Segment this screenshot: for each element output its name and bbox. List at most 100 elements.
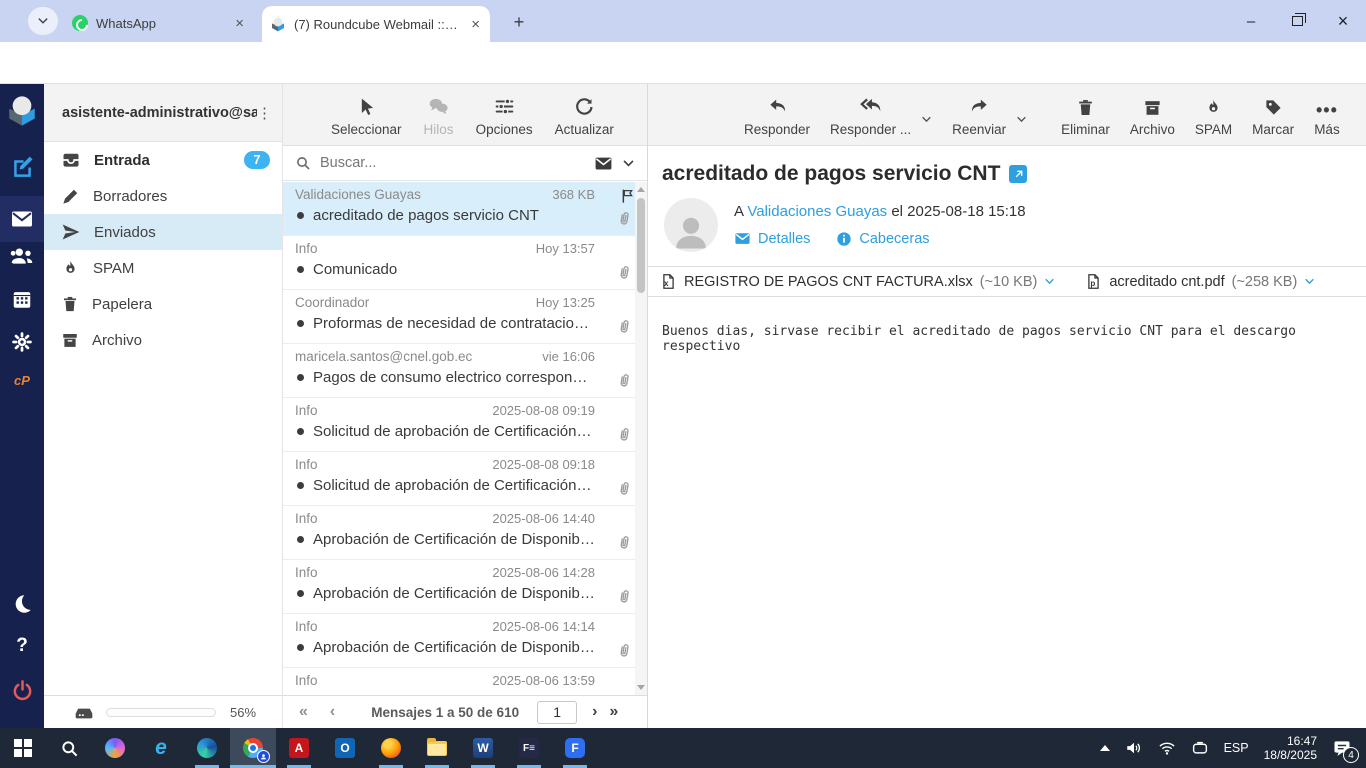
start-button[interactable] (0, 728, 46, 768)
rail-cpanel-button[interactable]: cP (0, 360, 44, 400)
list-item[interactable]: Info Hoy 13:57 Comunicado (283, 236, 647, 290)
window-close-button[interactable]: × (1320, 0, 1366, 42)
list-item[interactable]: maricela.santos@cnel.gob.ec vie 16:06 Pag… (283, 344, 647, 398)
forward-button[interactable]: Reenviar (952, 96, 1006, 137)
taskbar-chrome-button[interactable] (230, 728, 276, 768)
select-button[interactable]: Seleccionar (331, 97, 402, 137)
tray-expand-button[interactable] (1099, 745, 1110, 751)
list-item[interactable]: Info 2025-08-06 14:40 Aprobación de Certi… (283, 506, 647, 560)
page-number-input[interactable] (537, 700, 578, 724)
gear-icon (11, 331, 33, 353)
details-link[interactable]: Detalles (758, 231, 810, 247)
archive-box-icon (1143, 98, 1162, 117)
options-button[interactable]: Opciones (476, 96, 533, 137)
refresh-button[interactable]: Actualizar (555, 97, 614, 137)
question-icon: ? (16, 635, 28, 656)
attachment-dropdown-icon[interactable] (1044, 276, 1055, 287)
tab-roundcube[interactable]: (7) Roundcube Webmail :: Envia × (262, 6, 490, 42)
list-item[interactable]: Info 2025-08-08 09:19 Solicitud de aproba… (283, 398, 647, 452)
reply-all-button[interactable]: Responder ... (830, 95, 911, 137)
taskbar-ie-button[interactable]: e (138, 728, 184, 768)
close-icon[interactable]: × (469, 15, 482, 34)
new-tab-button[interactable]: + (506, 9, 532, 35)
prev-page-button[interactable]: ‹ (330, 703, 335, 721)
attachment-dropdown-icon[interactable] (1304, 276, 1315, 287)
first-page-button[interactable]: « (299, 703, 308, 721)
window-restore-button[interactable] (1274, 0, 1320, 42)
tab-whatsapp[interactable]: WhatsApp × (64, 9, 254, 37)
list-item[interactable]: Info 2025-08-08 09:18 Solicitud de aproba… (283, 452, 647, 506)
sidebar-item-enviados[interactable]: Enviados (44, 214, 282, 250)
tray-meet-button[interactable] (1191, 739, 1209, 757)
folder-panel: asistente-administrativo@sa... ⋮ Entrada… (44, 84, 283, 728)
rail-darkmode-button[interactable] (0, 584, 44, 624)
more-button[interactable]: ••• Más (1314, 101, 1340, 137)
tag-icon (1264, 98, 1283, 117)
list-item[interactable]: Info 2025-08-06 13:59 (283, 668, 647, 695)
close-icon[interactable]: × (233, 14, 246, 33)
rail-calendar-button[interactable] (0, 279, 44, 319)
list-item[interactable]: Coordinador Hoy 13:25 Proformas de necesi… (283, 290, 647, 344)
rail-settings-button[interactable] (0, 322, 44, 362)
taskbar-explorer-button[interactable] (414, 728, 460, 768)
window-minimize-button[interactable]: – (1228, 0, 1274, 42)
scrollbar-thumb[interactable] (637, 198, 645, 293)
rail-logout-button[interactable] (0, 670, 44, 710)
archive-button[interactable]: Archivo (1130, 98, 1175, 137)
sidebar-item-papelera[interactable]: Papelera (44, 286, 282, 322)
delete-button[interactable]: Eliminar (1061, 98, 1110, 137)
attachment-xlsx[interactable]: x REGISTRO DE PAGOS CNT FACTURA.xlsx (~1… (660, 273, 1055, 290)
headers-link[interactable]: Cabeceras (859, 231, 929, 247)
taskbar-copilot-button[interactable] (92, 728, 138, 768)
account-menu-button[interactable]: ⋮ (257, 104, 272, 122)
sidebar-item-entrada[interactable]: Entrada 7 (44, 142, 282, 178)
paperclip-icon (615, 209, 635, 229)
sidebar-item-spam[interactable]: SPAM (44, 250, 282, 286)
search-options-chevron-icon[interactable] (622, 157, 635, 170)
taskbar-f-app-button[interactable]: F (552, 728, 598, 768)
spam-button[interactable]: SPAM (1195, 98, 1232, 137)
list-item[interactable]: Info 2025-08-06 14:28 Aprobación de Certi… (283, 560, 647, 614)
recipient-link[interactable]: Validaciones Guayas (747, 203, 887, 220)
scroll-up-arrow[interactable] (637, 187, 645, 192)
flag-icon[interactable] (620, 188, 636, 204)
compose-button[interactable] (0, 146, 44, 186)
mark-button[interactable]: Marcar (1252, 98, 1294, 137)
tray-wifi-button[interactable] (1158, 739, 1176, 757)
last-page-button[interactable]: » (609, 703, 618, 721)
rail-help-button[interactable]: ? (0, 626, 44, 666)
tab-search-button[interactable] (28, 7, 58, 35)
list-item[interactable]: Validaciones Guayas 368 KB acreditado de … (283, 182, 647, 236)
threads-button[interactable]: Hilos (424, 96, 454, 137)
open-in-new-window-button[interactable] (1009, 165, 1028, 183)
scroll-down-arrow[interactable] (637, 685, 645, 690)
rail-mail-button[interactable] (0, 199, 44, 239)
paperclip-icon (615, 317, 635, 337)
reply-button[interactable]: Responder (744, 96, 810, 137)
language-indicator[interactable]: ESP (1224, 741, 1249, 755)
rail-contacts-button[interactable] (0, 236, 44, 276)
sidebar-item-borradores[interactable]: Borradores (44, 178, 282, 214)
taskbar-outlook-button[interactable]: O (322, 728, 368, 768)
attachment-pdf[interactable]: p acreditado cnt.pdf (~258 KB) (1085, 273, 1315, 290)
taskbar-fs-app-button[interactable]: F≡ (506, 728, 552, 768)
clock[interactable]: 16:47 18/8/2025 (1264, 734, 1317, 762)
roundcube-favicon (270, 16, 286, 32)
sidebar-item-archivo[interactable]: Archivo (44, 322, 282, 358)
next-page-button[interactable]: › (592, 703, 597, 721)
taskbar-word-button[interactable]: W (460, 728, 506, 768)
list-scrollbar[interactable] (635, 182, 647, 695)
list-item[interactable]: Info 2025-08-06 14:14 Aprobación de Certi… (283, 614, 647, 668)
account-header[interactable]: asistente-administrativo@sa... ⋮ (44, 84, 282, 142)
taskbar-search-button[interactable] (46, 728, 92, 768)
taskbar-firefox-button[interactable] (368, 728, 414, 768)
search-scope-mail-icon[interactable] (594, 154, 613, 173)
search-input[interactable] (320, 155, 585, 171)
reply-all-dropdown-icon[interactable] (921, 114, 932, 125)
inbox-icon (61, 150, 81, 170)
forward-dropdown-icon[interactable] (1016, 114, 1027, 125)
tray-volume-button[interactable] (1125, 739, 1143, 757)
notification-center-button[interactable]: 4 (1332, 738, 1359, 763)
taskbar-acrobat-button[interactable]: A (276, 728, 322, 768)
taskbar-edge-button[interactable] (184, 728, 230, 768)
